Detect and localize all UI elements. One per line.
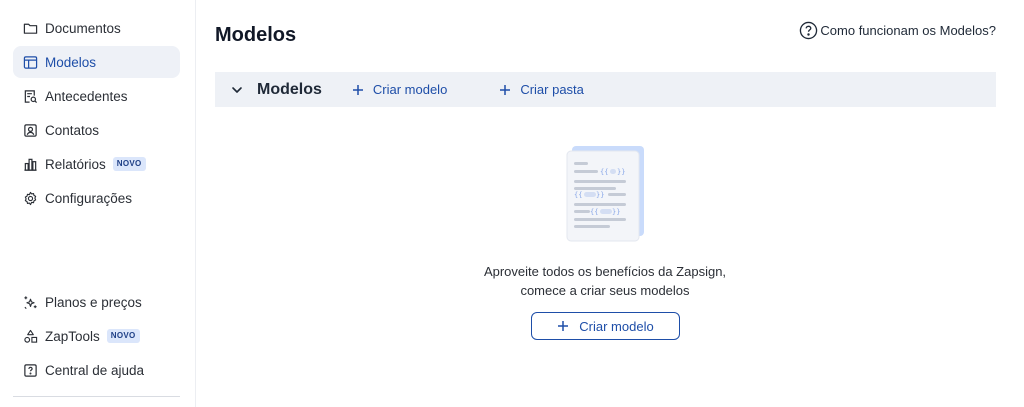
sidebar-item-label: Documentos [45, 20, 121, 36]
sparkles-icon [23, 295, 38, 310]
svg-text:{{: {{ [600, 168, 608, 176]
bar-chart-icon [23, 157, 38, 172]
sidebar-item-zaptools[interactable]: ZapTools NOVO [13, 320, 180, 352]
sidebar-item-label: Modelos [45, 54, 97, 70]
create-folder-button[interactable]: Criar pasta [499, 82, 584, 97]
gear-icon [23, 191, 38, 206]
sidebar-divider [13, 396, 180, 397]
question-circle-icon [799, 21, 818, 40]
plus-icon [352, 84, 364, 96]
sidebar-item-planos[interactable]: Planos e preços [13, 286, 180, 318]
template-document-illustration: {{ }} {{ }} {{ }} [562, 142, 650, 242]
svg-text:}}: }} [617, 168, 625, 176]
new-badge: NOVO [106, 329, 140, 343]
document-search-icon [23, 89, 38, 104]
svg-text:}}: }} [596, 191, 604, 199]
models-toolbar: Modelos Criar modelo Criar pasta [215, 72, 996, 107]
empty-state-button-label: Criar modelo [579, 318, 654, 334]
sidebar-item-label: Central de ajuda [45, 362, 145, 378]
sidebar-item-label: ZapTools [45, 328, 100, 344]
sidebar-item-configuracoes[interactable]: Configurações [13, 182, 180, 214]
create-model-label: Criar modelo [372, 82, 448, 97]
help-square-icon [23, 363, 38, 378]
create-folder-label: Criar pasta [520, 82, 584, 97]
section-title: Modelos [257, 80, 322, 98]
empty-state-line-2: comece a criar seus modelos [520, 283, 690, 298]
page-title: Modelos [215, 24, 297, 46]
plus-icon [499, 84, 511, 96]
create-model-button[interactable]: Criar modelo [352, 82, 447, 97]
template-icon [23, 55, 38, 70]
svg-text:}}: }} [612, 208, 620, 216]
new-badge: NOVO [112, 157, 146, 171]
sidebar-item-label: Planos e preços [45, 294, 142, 310]
sidebar-item-antecedentes[interactable]: Antecedentes [13, 80, 180, 112]
chevron-down-icon[interactable] [231, 84, 243, 96]
sidebar-item-modelos[interactable]: Modelos [13, 46, 180, 78]
sidebar-item-contatos[interactable]: Contatos [13, 114, 180, 146]
folder-icon [23, 21, 38, 36]
sidebar-item-label: Antecedentes [45, 88, 128, 104]
svg-text:{{: {{ [574, 191, 582, 199]
sidebar-item-central-ajuda[interactable]: Central de ajuda [13, 354, 180, 386]
plus-icon [557, 320, 569, 332]
sidebar: Documentos Modelos Antecedentes Contatos… [0, 0, 196, 407]
sidebar-item-relatorios[interactable]: Relatórios NOVO [13, 148, 180, 180]
svg-text:{{: {{ [590, 208, 598, 216]
sidebar-item-label: Contatos [45, 122, 100, 138]
contact-card-icon [23, 123, 38, 138]
empty-state-message: Aproveite todos os benefícios da Zapsign… [440, 262, 770, 300]
sidebar-item-documentos[interactable]: Documentos [13, 12, 180, 44]
empty-state-line-1: Aproveite todos os benefícios da Zapsign… [483, 264, 727, 279]
help-link-label: Como funcionam os Modelos? [820, 23, 996, 38]
help-link[interactable]: Como funcionam os Modelos? [799, 21, 996, 40]
sidebar-item-label: Configurações [45, 190, 133, 206]
empty-state-create-model-button[interactable]: Criar modelo [531, 312, 680, 340]
shapes-icon [23, 329, 38, 344]
sidebar-item-label: Relatórios [45, 156, 106, 172]
